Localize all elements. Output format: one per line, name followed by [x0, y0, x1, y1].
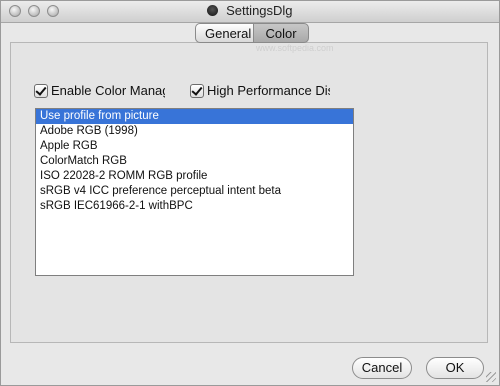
tab-bar: General Color	[195, 23, 309, 43]
checkbox-label: Enable Color Manage	[51, 83, 165, 98]
resize-grip-icon[interactable]	[486, 372, 496, 382]
list-item[interactable]: sRGB IEC61966-2-1 withBPC	[36, 199, 353, 214]
high-performance-display-checkbox[interactable]: High Performance Disp	[190, 83, 330, 98]
list-item[interactable]: ISO 22028-2 ROMM RGB profile	[36, 169, 353, 184]
checkbox-label: High Performance Disp	[207, 83, 330, 98]
title-bar: SettingsDlg	[1, 1, 499, 23]
app-icon	[207, 5, 219, 16]
window-title: SettingsDlg	[226, 3, 293, 18]
color-profile-list[interactable]: Use profile from picture Adobe RGB (1998…	[35, 108, 354, 276]
list-item[interactable]: Adobe RGB (1998)	[36, 124, 353, 139]
list-item[interactable]: Use profile from picture	[36, 109, 353, 124]
list-item[interactable]: sRGB v4 ICC preference perceptual intent…	[36, 184, 353, 199]
ok-button[interactable]: OK	[426, 357, 484, 379]
list-item[interactable]: ColorMatch RGB	[36, 154, 353, 169]
checkbox-checked-icon[interactable]	[34, 83, 48, 98]
checkbox-checked-icon[interactable]	[190, 83, 204, 98]
tab-general[interactable]: General	[195, 23, 253, 43]
enable-color-management-checkbox[interactable]: Enable Color Manage	[34, 83, 165, 98]
settings-window: SettingsDlg General Color www.softpedia.…	[0, 0, 500, 386]
cancel-button[interactable]: Cancel	[352, 357, 412, 379]
list-item[interactable]: Apple RGB	[36, 139, 353, 154]
tab-color[interactable]: Color	[253, 23, 309, 43]
watermark: www.softpedia.com	[256, 43, 334, 53]
